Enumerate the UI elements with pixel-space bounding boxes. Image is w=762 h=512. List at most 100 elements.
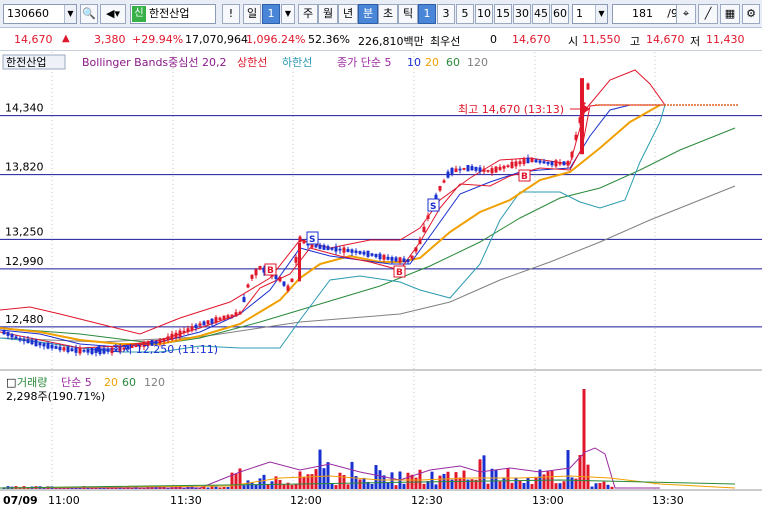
search-icon[interactable]: 🔍 <box>80 4 98 24</box>
period-chevron-down-icon[interactable]: ▼ <box>281 4 295 24</box>
quote-bar: 14,670 ▲ 3,380 +29.94% 17,070,964 1,096.… <box>0 29 762 51</box>
candle-body <box>22 339 26 342</box>
volume-bar <box>454 472 458 489</box>
breakout-candle <box>580 78 584 155</box>
interval-30-button[interactable]: 30 <box>513 4 531 24</box>
period-tick-button[interactable]: 틱 <box>398 4 418 24</box>
price-change-pct: +29.94% <box>132 33 184 46</box>
volume-bar <box>606 484 610 489</box>
interval-10-button[interactable]: 10 <box>475 4 493 24</box>
draw-tool-icon[interactable]: ╱ <box>698 4 718 24</box>
period-day-button[interactable]: 일 <box>243 4 261 24</box>
buy-signal-3: B <box>518 169 531 182</box>
period-second-button[interactable]: 초 <box>378 4 398 24</box>
candle-body <box>314 244 318 248</box>
candle-body <box>162 338 166 342</box>
candle-body <box>462 167 466 170</box>
volume-bar <box>374 465 378 489</box>
period-minute-button[interactable]: 분 <box>358 4 378 24</box>
trade-amount: 226,810백만 <box>358 35 424 48</box>
volume-bar <box>530 484 534 489</box>
period-value[interactable]: 1 <box>262 4 280 24</box>
stock-code-field[interactable]: 130660 ▼ <box>3 4 77 24</box>
candle-body <box>70 348 74 352</box>
candle-body <box>46 342 50 349</box>
volume-bar <box>406 472 410 489</box>
crosshair-icon[interactable]: ⌖ <box>676 4 696 24</box>
chevron-down-icon[interactable]: ▼ <box>64 5 76 23</box>
interval-15-button[interactable]: 15 <box>494 4 512 24</box>
multiplier-select[interactable]: 1 ▼ <box>572 4 608 24</box>
candle-body <box>374 253 378 258</box>
volume-bar <box>358 479 362 489</box>
candle-body <box>426 215 430 219</box>
volume-bar <box>562 481 566 489</box>
volume-bar <box>582 389 586 489</box>
candle-body <box>38 342 42 346</box>
candle-body <box>414 247 418 252</box>
speaker-icon[interactable]: ◀▾ <box>100 4 126 24</box>
volume-bar <box>242 485 246 489</box>
volume-bar <box>566 450 570 489</box>
volume-bar <box>482 455 486 489</box>
candle-body <box>230 314 234 317</box>
period-year-button[interactable]: 년 <box>338 4 358 24</box>
candle-body <box>18 338 22 341</box>
chevron-down-icon[interactable]: ▼ <box>595 5 607 23</box>
period-month-button[interactable]: 월 <box>318 4 338 24</box>
volume-bar <box>486 483 490 489</box>
legend-ma120: 120 <box>467 56 488 69</box>
interval-45-button[interactable]: 45 <box>532 4 550 24</box>
current-price: 14,670 <box>14 33 53 46</box>
candle-body <box>318 244 322 249</box>
x-tick-1130: 11:30 <box>170 494 202 507</box>
volume-bar <box>258 478 262 489</box>
candle-body <box>54 346 58 349</box>
candle-body <box>166 336 170 341</box>
volume-legend-label: 거래량 <box>17 376 47 389</box>
toolbar: 130660 ▼ 🔍 ◀▾ 신 한전산업 ! 일 1 ▼ 주 월 년 분 초 틱 1… <box>0 0 762 28</box>
interval-1-button[interactable]: 1 <box>418 4 436 24</box>
buy-signal-2: B <box>393 265 406 278</box>
candle-body <box>186 328 190 332</box>
volume: 17,070,964 <box>185 33 248 46</box>
candle-body <box>210 318 214 324</box>
interval-3-button[interactable]: 3 <box>437 4 455 24</box>
candle-body <box>234 312 238 317</box>
alert-icon[interactable]: ! <box>222 4 240 24</box>
candle-body <box>198 323 202 326</box>
volume-legend-box-icon: □ <box>6 376 16 389</box>
volume-bar <box>338 472 342 489</box>
volume-bar <box>554 483 558 489</box>
period-week-button[interactable]: 주 <box>298 4 318 24</box>
svg-text:B: B <box>396 268 403 278</box>
candle-body <box>250 274 254 279</box>
low-price: 11,430 <box>706 33 745 46</box>
settings-icon[interactable]: ⚙ <box>742 4 760 24</box>
stock-name-field[interactable]: 신 한전산업 <box>130 4 216 24</box>
volume-bar <box>478 459 482 489</box>
candle-body <box>482 168 486 172</box>
candle-body <box>26 339 30 344</box>
candle-body <box>354 250 358 253</box>
candle-body <box>66 346 70 353</box>
svg-text:B: B <box>267 266 274 276</box>
volume-bar <box>526 477 530 489</box>
legend-ma20: 20 <box>425 56 439 69</box>
price-chart[interactable]: 한전산업 Bollinger Bands중심선 20,2 상한선 하한선 종가 … <box>0 52 762 512</box>
legend-ma10: 10 <box>407 56 421 69</box>
volume-bar <box>218 487 222 489</box>
candle-body <box>586 83 590 90</box>
candle-body <box>14 336 18 339</box>
candle-body <box>494 166 498 173</box>
volume-bar <box>290 484 294 489</box>
candle-body <box>490 168 494 174</box>
volume-bar <box>222 487 226 489</box>
candle-body <box>254 269 258 276</box>
grid-icon[interactable]: ▦ <box>720 4 740 24</box>
candle-body <box>342 247 346 253</box>
volume-bar <box>254 484 258 489</box>
interval-5-button[interactable]: 5 <box>456 4 474 24</box>
interval-60-button[interactable]: 60 <box>551 4 569 24</box>
volume-bar <box>370 483 374 489</box>
